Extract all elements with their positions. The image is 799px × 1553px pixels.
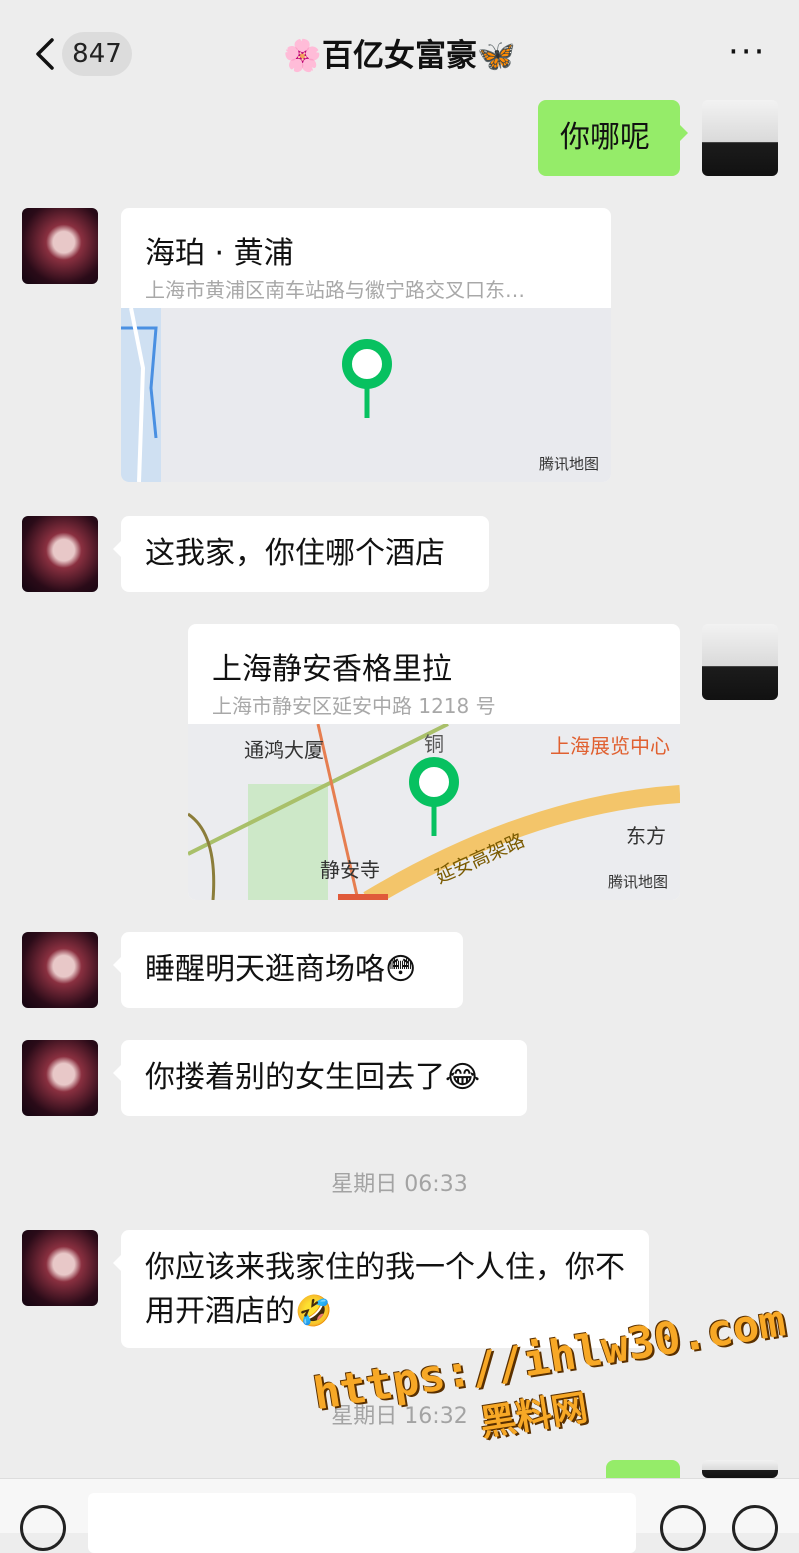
map-label: 东方 (626, 824, 666, 848)
message-text: 你哪呢 (560, 120, 650, 155)
message-bubble-contact[interactable]: 这我家，你住哪个酒店 (113, 516, 489, 592)
contact-avatar[interactable] (22, 932, 98, 1008)
message-text: 你搂着别的女生回去了😂 (145, 1060, 481, 1095)
map-preview: 腾讯地图 (121, 308, 611, 482)
timestamp: 星期日 06:33 (331, 1172, 468, 1197)
map-label: 上海展览中心 (550, 734, 670, 758)
map-label: 通鸿大厦 (244, 738, 324, 762)
self-avatar[interactable] (702, 624, 778, 700)
message-bubble-contact[interactable]: 你搂着别的女生回去了😂 (113, 1040, 527, 1116)
location-address: 上海市黄浦区南车站路与徽宁路交叉口东… (145, 278, 525, 302)
map-brand: 腾讯地图 (607, 873, 668, 891)
location-card[interactable]: 海珀 · 黄浦 上海市黄浦区南车站路与徽宁路交叉口东… 腾讯地图 (121, 208, 611, 482)
map-preview: 通鸿大厦 上海展览中心 东方 静安寺 延安高架路 铜 腾讯地图 (188, 724, 680, 900)
message-bubble-self-partial[interactable] (606, 1460, 680, 1478)
self-avatar[interactable] (702, 100, 778, 176)
map-pin-icon (342, 339, 392, 418)
self-avatar[interactable] (702, 1460, 778, 1478)
message-text: 你应该来我家住的我一个人住，你不用开酒店的🤣 (145, 1250, 625, 1329)
message-bubble-self[interactable]: 你哪呢 (538, 100, 688, 176)
contact-avatar[interactable] (22, 1230, 98, 1306)
map-pin-icon (409, 757, 459, 836)
chat-title: 🌸百亿女富豪🦋 (283, 38, 516, 74)
map-label: 铜 (424, 732, 444, 756)
location-card-self[interactable]: 上海静安香格里拉 上海市静安区延安中路 1218 号 通鸿大厦 上海展览中心 东… (188, 624, 680, 900)
input-bar (0, 1478, 799, 1553)
map-brand: 腾讯地图 (538, 455, 599, 473)
contact-avatar[interactable] (22, 516, 98, 592)
location-address: 上海市静安区延安中路 1218 号 (212, 694, 496, 718)
location-name: 海珀 · 黄浦 (145, 236, 294, 271)
message-text: 这我家，你住哪个酒店 (145, 536, 445, 571)
map-label: 静安寺 (320, 858, 380, 882)
chat-header: 847 🌸百亿女富豪🦋 ··· (0, 0, 799, 100)
message-text: 睡醒明天逛商场咯😳 (145, 952, 417, 987)
voice-icon[interactable] (20, 1505, 66, 1551)
message-input[interactable] (88, 1493, 636, 1553)
add-icon[interactable] (732, 1505, 778, 1551)
more-options-icon[interactable]: ··· (728, 32, 766, 72)
contact-avatar[interactable] (22, 208, 98, 284)
location-name: 上海静安香格里拉 (212, 652, 452, 687)
message-bubble-contact[interactable]: 睡醒明天逛商场咯😳 (113, 932, 463, 1008)
emoji-icon[interactable] (660, 1505, 706, 1551)
contact-avatar[interactable] (22, 1040, 98, 1116)
